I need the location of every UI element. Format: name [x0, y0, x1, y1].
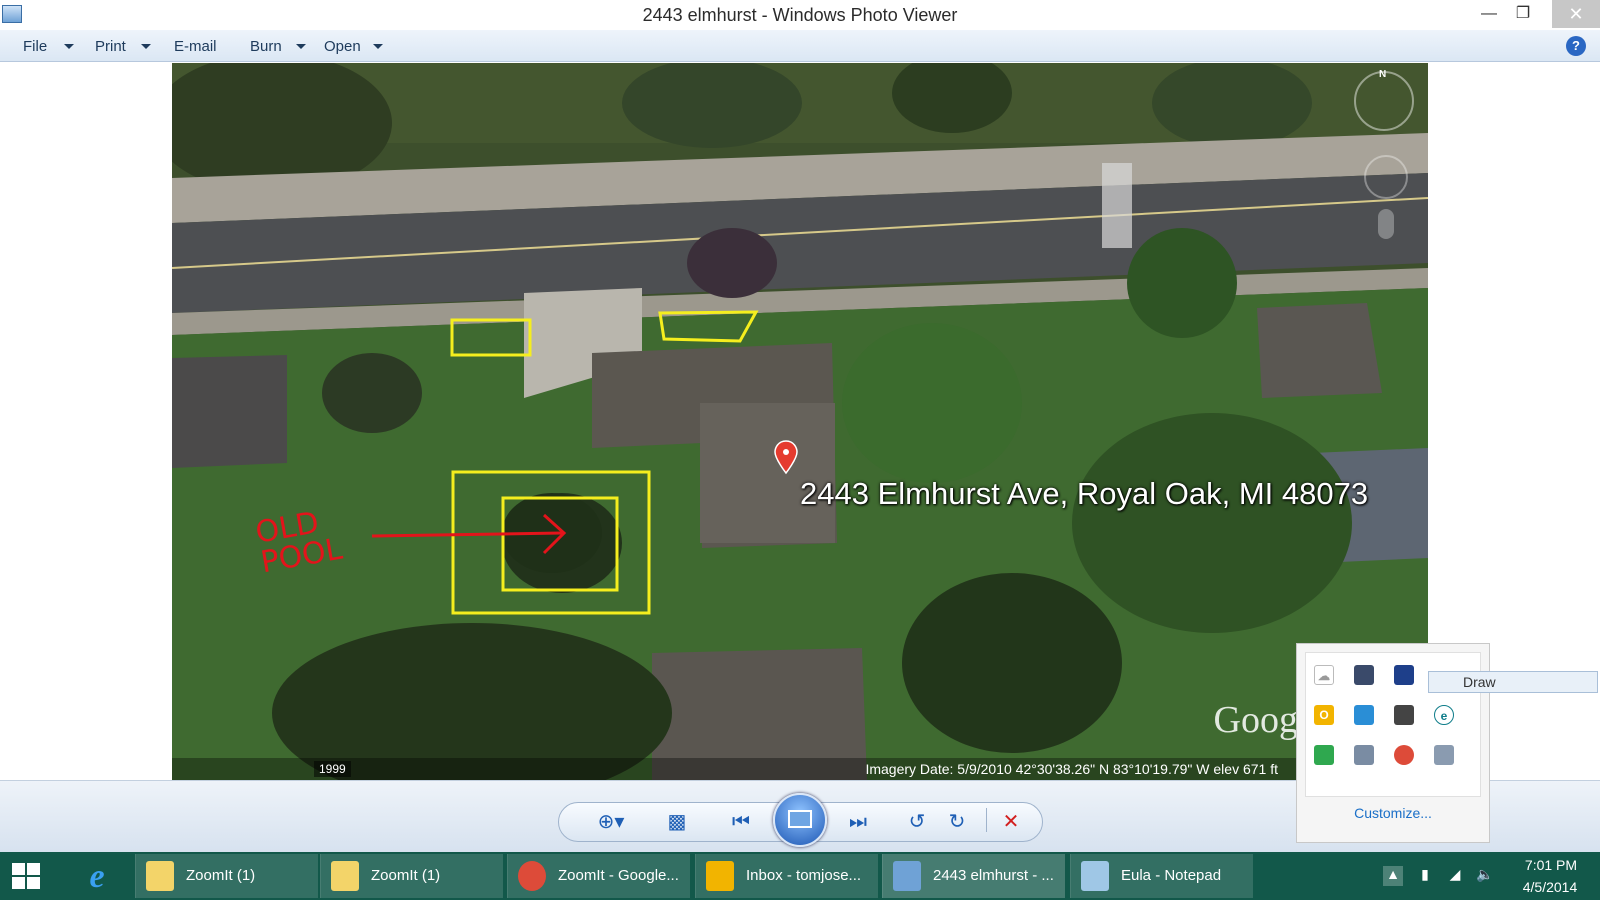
old-pool-annotation: OLD POOL — [252, 505, 346, 581]
task-label: Eula - Notepad — [1121, 867, 1222, 884]
task-label: ZoomIt (1) — [371, 867, 441, 884]
start-windows-icon[interactable] — [12, 863, 42, 891]
street-view-person-icon[interactable] — [1378, 209, 1394, 239]
message-icon[interactable] — [1434, 745, 1454, 765]
taskbar-notepad[interactable]: Eula - Notepad — [1070, 854, 1253, 898]
folder-icon — [331, 861, 359, 891]
outlook-icon — [706, 861, 734, 891]
draw-tooltip: Draw — [1428, 671, 1598, 693]
volume-icon[interactable]: 🔈 — [1476, 866, 1494, 886]
onedrive-cloud-icon[interactable]: ☁ — [1314, 665, 1334, 685]
menu-open[interactable]: Open — [324, 38, 361, 55]
google-logo: Goog — [1213, 699, 1298, 741]
controls-divider — [986, 808, 987, 832]
photo-viewer-icon — [893, 861, 921, 891]
zoom-icon[interactable]: ⊕▾ — [594, 810, 628, 834]
previous-icon[interactable]: ⏮ — [728, 810, 754, 834]
taskbar: e ZoomIt (1) ZoomIt (1) ZoomIt - Google.… — [0, 852, 1600, 900]
address-label: 2443 Elmhurst Ave, Royal Oak, MI 48073 — [800, 476, 1369, 511]
folder-icon — [146, 861, 174, 891]
rotate-clockwise-icon[interactable]: ↻ — [944, 810, 970, 834]
minimize-button[interactable]: — — [1472, 0, 1506, 28]
compass-north-label: N — [1379, 69, 1387, 80]
printer-icon[interactable] — [1354, 745, 1374, 765]
task-label: ZoomIt - Google... — [558, 867, 679, 884]
customize-link[interactable]: Customize... — [1297, 805, 1489, 821]
burn-chevron-down-icon[interactable] — [296, 44, 306, 49]
file-chevron-down-icon[interactable] — [64, 44, 74, 49]
clock-time[interactable]: 7:01 PM — [1516, 857, 1586, 873]
look-control[interactable] — [1364, 155, 1408, 199]
clock-date[interactable]: 4/5/2014 — [1512, 879, 1588, 895]
wifi-signal-icon[interactable]: ◢ — [1446, 866, 1464, 886]
imagery-year: 1999 — [314, 761, 351, 777]
monitor-icon[interactable] — [1354, 665, 1374, 685]
chrome-icon[interactable] — [1394, 745, 1414, 765]
chrome-icon — [518, 861, 546, 891]
network-icon[interactable] — [1354, 705, 1374, 725]
safely-remove-icon[interactable] — [1394, 705, 1414, 725]
rotate-counterclockwise-icon[interactable]: ↺ — [904, 810, 930, 834]
maximize-button[interactable]: ❐ — [1506, 0, 1540, 28]
outlook-icon[interactable]: O — [1314, 705, 1334, 725]
compass-control[interactable] — [1354, 71, 1414, 131]
aerial-map-drawing — [172, 63, 1428, 780]
taskbar-zoomit-2[interactable]: ZoomIt (1) — [320, 854, 503, 898]
google-drive-icon[interactable] — [1314, 745, 1334, 765]
battery-icon[interactable]: ▮ — [1416, 866, 1434, 886]
imagery-info-bar: 1999 Imagery Date: 5/9/2010 42°30'38.26"… — [172, 758, 1428, 780]
display-icon[interactable] — [1394, 665, 1414, 685]
title-bar: 2443 elmhurst - Windows Photo Viewer — ❐… — [0, 0, 1600, 30]
print-chevron-down-icon[interactable] — [141, 44, 151, 49]
fit-window-icon[interactable]: ▩ — [664, 810, 690, 834]
aerial-photo: OLD POOL 2443 Elmhurst Ave, Royal Oak, M… — [172, 63, 1428, 780]
taskbar-chrome[interactable]: ZoomIt - Google... — [507, 854, 690, 898]
task-label: Inbox - tomjose... — [746, 867, 862, 884]
command-bar: File Print E-mail Burn Open — [0, 30, 1600, 62]
sysinternals-icon[interactable]: e — [1434, 705, 1454, 725]
menu-burn[interactable]: Burn — [250, 38, 282, 55]
task-label: ZoomIt (1) — [186, 867, 256, 884]
menu-file[interactable]: File — [23, 38, 47, 55]
menu-email[interactable]: E-mail — [174, 38, 217, 55]
imagery-date-coordinates: Imagery Date: 5/9/2010 42°30'38.26" N 83… — [865, 761, 1278, 777]
next-icon[interactable]: ⏭ — [845, 810, 871, 834]
delete-icon[interactable]: ✕ — [998, 810, 1024, 834]
open-chevron-down-icon[interactable] — [373, 44, 383, 49]
taskbar-zoomit-1[interactable]: ZoomIt (1) — [135, 854, 318, 898]
show-hidden-icons-chevron-up-icon[interactable]: ▲ — [1383, 866, 1403, 886]
close-button[interactable]: ✕ — [1552, 0, 1600, 28]
help-icon[interactable]: ? — [1566, 36, 1586, 56]
task-label: 2443 elmhurst - ... — [933, 867, 1054, 884]
slideshow-button[interactable] — [773, 793, 827, 847]
notepad-icon — [1081, 861, 1109, 891]
slideshow-icon — [788, 810, 812, 828]
internet-explorer-icon[interactable]: e — [72, 858, 122, 896]
taskbar-photo-viewer[interactable]: 2443 elmhurst - ... — [882, 854, 1065, 898]
window-title: 2443 elmhurst - Windows Photo Viewer — [642, 5, 958, 25]
taskbar-outlook[interactable]: Inbox - tomjose... — [695, 854, 878, 898]
menu-print[interactable]: Print — [95, 38, 126, 55]
